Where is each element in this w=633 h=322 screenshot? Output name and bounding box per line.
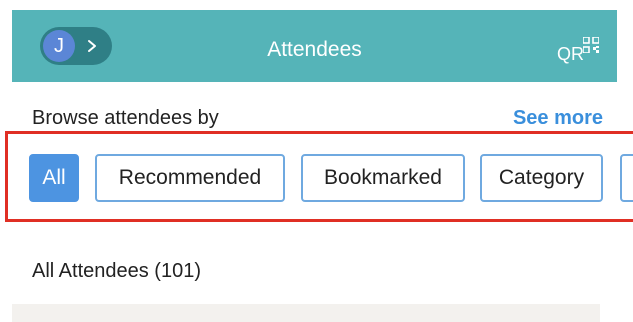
browse-heading: Browse attendees by <box>32 107 219 129</box>
filter-chip-all[interactable]: All <box>29 154 79 202</box>
page-title: Attendees <box>267 38 362 61</box>
qr-code-icon <box>583 37 599 53</box>
attendee-list-title: All Attendees (101) <box>32 260 201 282</box>
filter-chip-bookmarked[interactable]: Bookmarked <box>301 154 465 202</box>
attendees-screen: J Attendees QR Browse attendees by See m… <box>0 0 633 322</box>
qr-label: QR <box>557 44 584 64</box>
see-more-link[interactable]: See more <box>513 106 603 130</box>
qr-code-button[interactable]: QR <box>557 34 603 68</box>
filter-chip-category[interactable]: Category <box>480 154 603 202</box>
list-item[interactable] <box>12 304 600 322</box>
filter-chip-partial[interactable] <box>620 154 633 202</box>
app-header: J Attendees QR <box>12 10 617 82</box>
filter-chip-recommended[interactable]: Recommended <box>95 154 285 202</box>
